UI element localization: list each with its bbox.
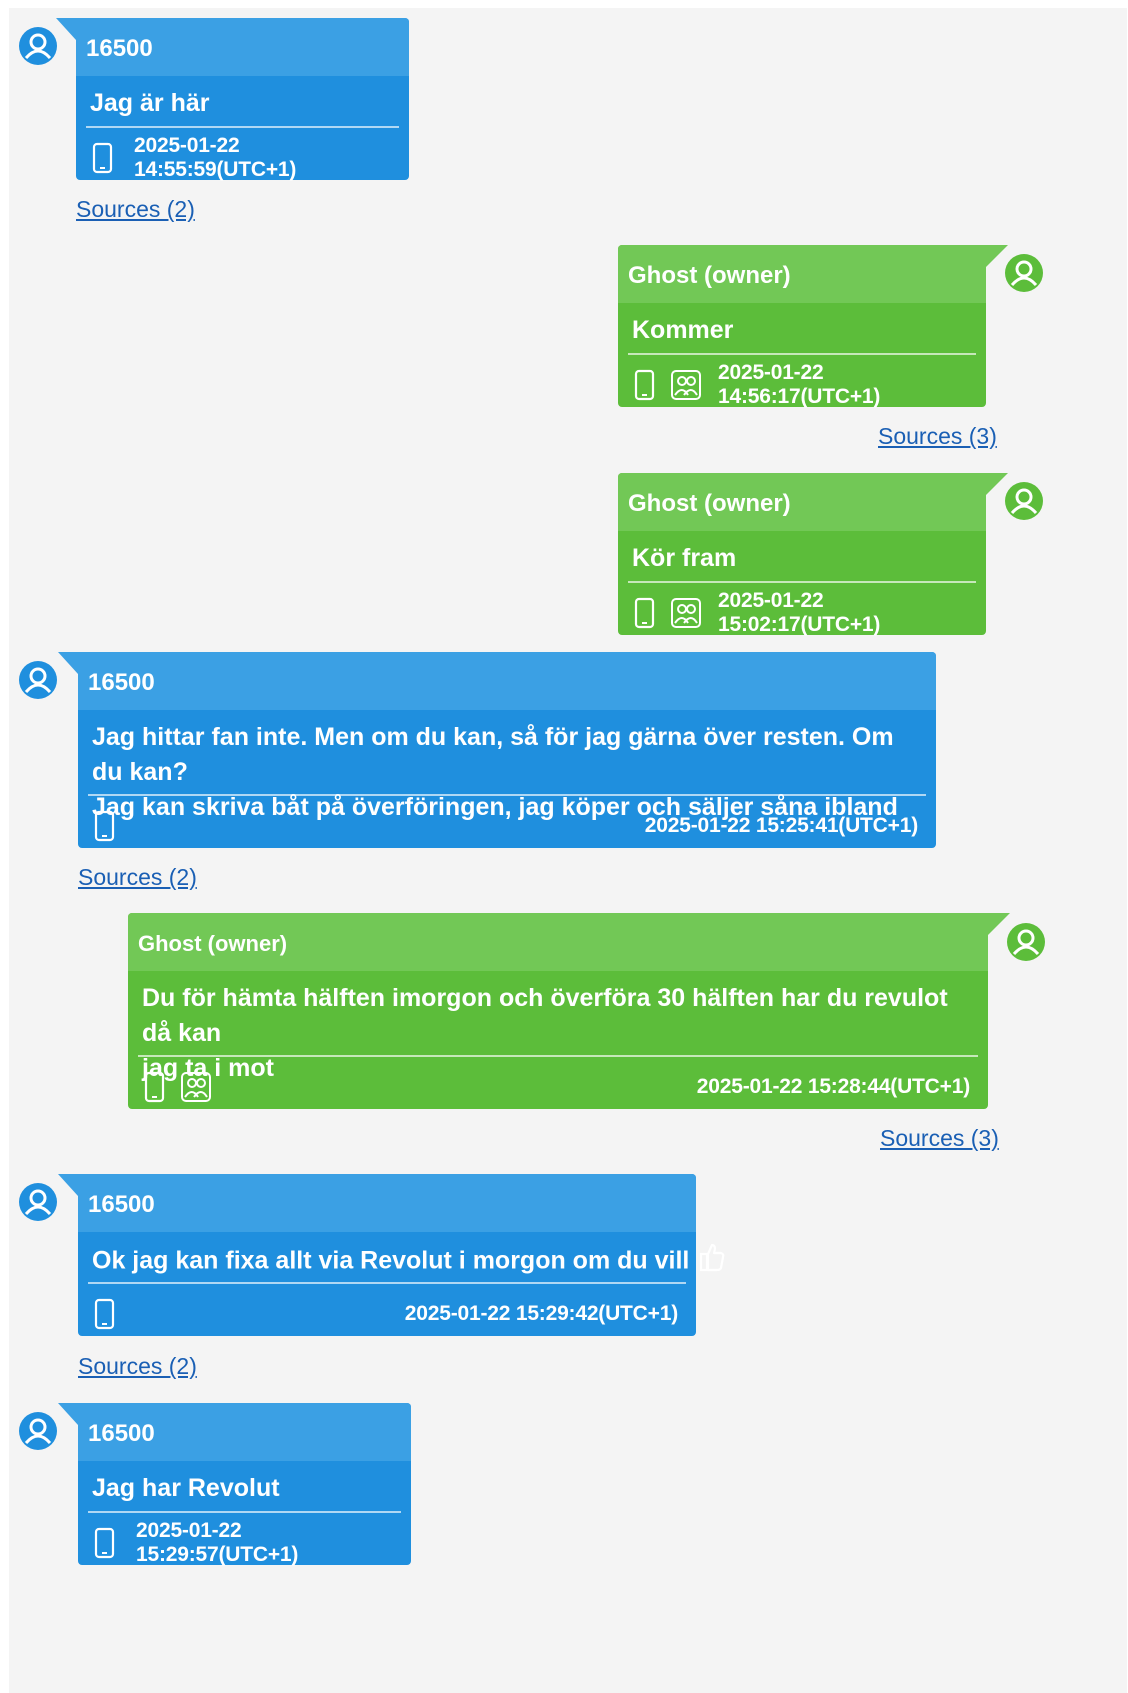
separator (86, 126, 399, 128)
phone-icon (90, 142, 116, 174)
thumbs-up-icon (699, 1242, 725, 1282)
user-avatar-icon (1004, 481, 1044, 521)
phone-icon (92, 810, 118, 842)
message-text: Kör fram (632, 544, 737, 572)
separator (88, 1511, 401, 1513)
user-avatar-icon (1004, 253, 1044, 293)
group-icon (180, 1071, 212, 1103)
message-text: Kommer (632, 316, 734, 344)
message-text-line: Du för hämta hälften imorgon och överför… (142, 984, 948, 1047)
message-footer: 2025-01-22 15:25:41(UTC+1) (92, 808, 918, 844)
separator (628, 581, 976, 583)
message-timestamp: 2025-01-22 15:28:44(UTC+1) (696, 1075, 970, 1098)
separator (138, 1055, 978, 1057)
phone-icon (92, 1527, 118, 1559)
message-bubble: Ghost (owner) Kommer 2025-01-22 14:56:17… (618, 245, 1008, 408)
sources-link[interactable]: Sources (2) (78, 864, 197, 891)
sender-name: 16500 (76, 18, 409, 76)
separator (628, 353, 976, 355)
separator (88, 1282, 686, 1284)
message-timestamp: 2025-01-22 15:29:42(UTC+1) (404, 1302, 678, 1325)
phone-icon (632, 369, 658, 401)
separator (88, 794, 926, 796)
sender-name: Ghost (owner) (128, 913, 988, 971)
user-avatar-icon (18, 26, 58, 66)
message-bubble: Ghost (owner) Kör fram 2025-01-22 15:02:… (618, 473, 1008, 636)
message-footer: 2025-01-22 14:56:17(UTC+1) (632, 361, 968, 408)
message-text-line: Jag hittar fan inte. Men om du kan, så f… (92, 723, 894, 786)
message-text: Jag har Revolut (92, 1474, 280, 1502)
message-bubble: Ghost (owner) Du för hämta hälften imorg… (128, 913, 1010, 1109)
sender-name: 16500 (78, 1174, 696, 1232)
message-timestamp: 2025-01-22 14:55:59(UTC+1) (134, 134, 297, 181)
phone-icon (92, 1298, 118, 1330)
phone-icon (632, 597, 658, 629)
sources-link[interactable]: Sources (2) (76, 196, 195, 223)
message-bubble: 16500 Jag hittar fan inte. Men om du kan… (58, 652, 936, 848)
user-avatar-icon (18, 1182, 58, 1222)
sender-name: 16500 (78, 1403, 411, 1461)
message-timestamp: 2025-01-22 15:25:41(UTC+1) (644, 814, 918, 837)
message-footer: 2025-01-22 15:28:44(UTC+1) (142, 1069, 970, 1105)
sources-link[interactable]: Sources (3) (880, 1125, 999, 1152)
message-footer: 2025-01-22 15:29:57(UTC+1) (92, 1519, 393, 1566)
sender-name: 16500 (78, 652, 936, 710)
message-bubble: 16500 Jag har Revolut 2025-01-22 15:29:5… (58, 1403, 411, 1566)
message-timestamp: 2025-01-22 15:29:57(UTC+1) (136, 1519, 299, 1566)
sources-link[interactable]: Sources (2) (78, 1353, 197, 1380)
phone-icon (142, 1071, 168, 1103)
message-text: Ok jag kan fixa allt via Revolut i morgo… (78, 1232, 725, 1282)
sources-link[interactable]: Sources (3) (878, 423, 997, 450)
user-avatar-icon (18, 1411, 58, 1451)
message-bubble: 16500 Jag är här 2025-01-22 14:55:59(UTC… (56, 18, 409, 181)
user-avatar-icon (1006, 922, 1046, 962)
sender-name: Ghost (owner) (618, 473, 986, 531)
message-bubble: 16500 Ok jag kan fixa allt via Revolut i… (58, 1174, 725, 1336)
user-avatar-icon (18, 660, 58, 700)
message-footer: 2025-01-22 15:29:42(UTC+1) (92, 1296, 678, 1332)
message-timestamp: 2025-01-22 14:56:17(UTC+1) (718, 361, 881, 408)
message-text: Jag är här (90, 89, 210, 117)
sender-name: Ghost (owner) (618, 245, 986, 303)
message-footer: 2025-01-22 14:55:59(UTC+1) (90, 134, 391, 181)
message-footer: 2025-01-22 15:02:17(UTC+1) (632, 589, 968, 636)
message-text-content: Ok jag kan fixa allt via Revolut i morgo… (92, 1246, 690, 1275)
group-icon (670, 597, 702, 629)
message-timestamp: 2025-01-22 15:02:17(UTC+1) (718, 589, 881, 636)
group-icon (670, 369, 702, 401)
